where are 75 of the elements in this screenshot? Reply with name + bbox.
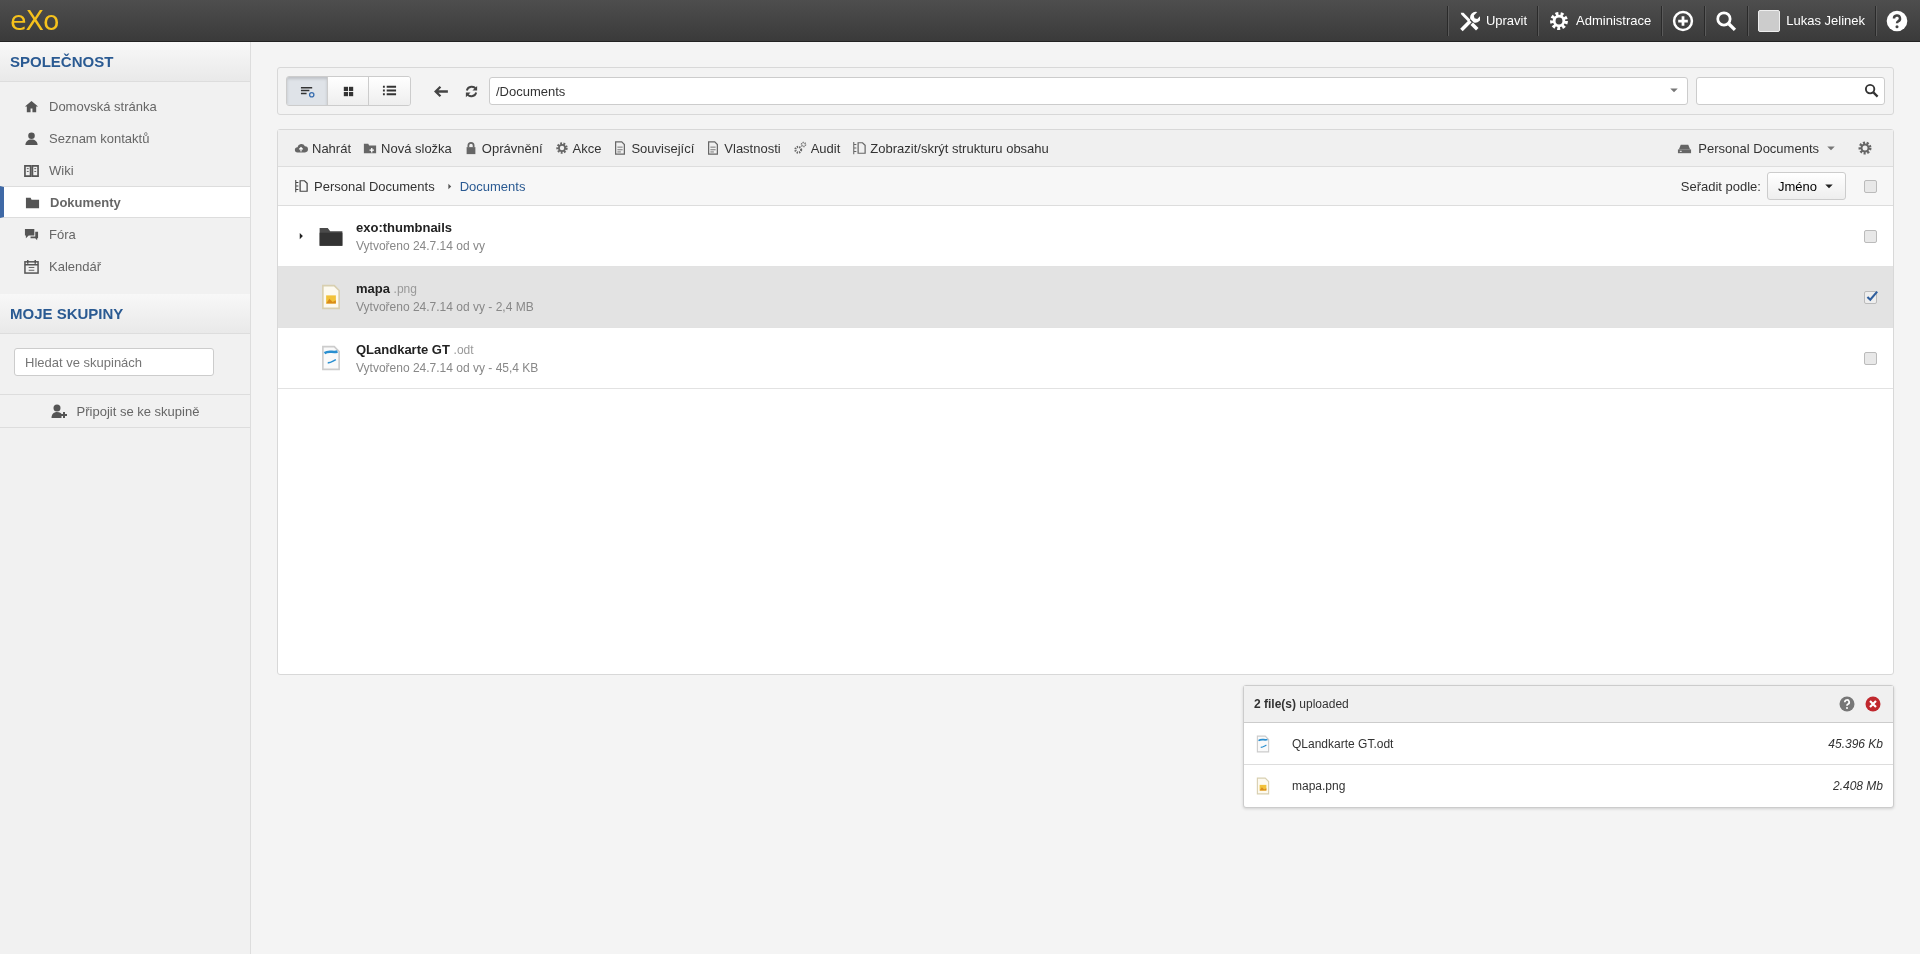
select-all-checkbox[interactable] bbox=[1864, 179, 1877, 193]
action-button[interactable]: Nová složka bbox=[363, 140, 458, 156]
sidebar-item[interactable]: Kalendář bbox=[0, 250, 250, 282]
image-file-icon bbox=[1254, 777, 1272, 795]
upload-status: 2 file(s) uploaded bbox=[1254, 697, 1349, 711]
file-name: mapa.png bbox=[1292, 779, 1346, 793]
file-name: mapa .png bbox=[356, 280, 418, 296]
row-checkbox[interactable] bbox=[1864, 290, 1877, 304]
file-meta: Vytvořeno 24.7.14 od vy bbox=[356, 238, 485, 253]
sidebar-item[interactable]: Seznam kontaktů bbox=[0, 122, 250, 154]
tree-icon bbox=[294, 179, 308, 193]
section-heading: SPOLEČNOST bbox=[0, 42, 250, 82]
logo[interactable]: eXo bbox=[10, 5, 59, 36]
settings-icon bbox=[1857, 140, 1873, 156]
file-name: exo:thumbnails bbox=[356, 219, 454, 235]
action-button[interactable]: Akce bbox=[554, 140, 608, 156]
refresh-icon bbox=[464, 83, 479, 99]
file-meta: Vytvořeno 24.7.14 od vy - 2,4 MB bbox=[356, 299, 534, 314]
add-icon bbox=[1672, 9, 1695, 32]
user-icon bbox=[24, 130, 39, 146]
document-icon bbox=[613, 141, 628, 155]
user-menu[interactable]: Lukas Jelinek bbox=[1747, 5, 1875, 36]
address-field[interactable]: /Documents bbox=[489, 77, 1688, 105]
tree-icon bbox=[852, 141, 867, 155]
book-icon bbox=[24, 162, 39, 178]
calendar-icon bbox=[24, 258, 39, 274]
file-size: 2.408 Mb bbox=[1832, 779, 1883, 793]
check-icon bbox=[1865, 289, 1878, 303]
section-heading: MOJE SKUPINY bbox=[0, 294, 250, 334]
file-name: QLandkarte GT.odt bbox=[1292, 736, 1394, 751]
row-checkbox[interactable] bbox=[1864, 351, 1877, 365]
breadcrumb-link[interactable]: Personal Documents bbox=[314, 178, 435, 194]
search-field[interactable]: Hledat ve skupinách bbox=[14, 348, 214, 376]
document-file-icon bbox=[1254, 734, 1272, 753]
file-size: 45.396 Kb bbox=[1828, 736, 1883, 751]
view-button[interactable] bbox=[287, 77, 328, 105]
home-icon bbox=[24, 98, 39, 114]
help-icon bbox=[1886, 9, 1908, 32]
action-button[interactable]: Audit bbox=[792, 140, 847, 156]
search-icon bbox=[1864, 83, 1879, 98]
search-field[interactable] bbox=[1696, 77, 1885, 105]
chat-icon bbox=[24, 226, 39, 242]
action-button[interactable]: Vlastnosti bbox=[706, 140, 787, 156]
close-icon bbox=[1865, 696, 1881, 712]
breadcrumb-link[interactable]: Documents bbox=[459, 178, 526, 194]
action-button[interactable]: Oprávnění bbox=[463, 140, 549, 156]
action-button[interactable]: Související bbox=[613, 140, 701, 156]
sidebar-item[interactable]: Wiki bbox=[0, 154, 250, 186]
cloud-upload-icon bbox=[294, 141, 308, 155]
settings-icon bbox=[1548, 9, 1571, 32]
action-button[interactable]: Zobrazit/skrýt strukturu obsahu bbox=[852, 140, 1055, 156]
sidebar-item[interactable]: Domovská stránka bbox=[0, 90, 250, 122]
gear-icon bbox=[554, 141, 569, 155]
close-button[interactable] bbox=[1863, 696, 1883, 712]
drive-selector[interactable]: Personal Documents bbox=[1677, 140, 1843, 156]
toolbar-button[interactable]: Administrace bbox=[1537, 5, 1662, 36]
sort-label: Seřadit podle: bbox=[1680, 178, 1761, 194]
document-icon bbox=[706, 141, 721, 155]
add-user-icon bbox=[50, 403, 67, 419]
search-icon bbox=[1715, 9, 1738, 32]
row-checkbox[interactable] bbox=[1864, 229, 1877, 243]
file-row[interactable]: mapa .png Vytvořeno 24.7.14 od vy - 2,4 MB bbox=[278, 267, 1893, 328]
toolbar-button[interactable]: Upravit bbox=[1446, 5, 1538, 36]
file-meta: Vytvořeno 24.7.14 od vy - 45,4 KB bbox=[356, 360, 539, 375]
sort-dropdown[interactable]: Jméno bbox=[1766, 172, 1846, 200]
wrench-icon bbox=[1457, 9, 1480, 32]
file-name: QLandkarte GT .odt bbox=[356, 341, 475, 357]
help-icon bbox=[1839, 696, 1855, 712]
avatar-icon bbox=[1758, 9, 1781, 32]
sidebar-item[interactable]: Fóra bbox=[0, 218, 250, 250]
view-button[interactable] bbox=[369, 77, 410, 105]
new-folder-icon bbox=[363, 141, 378, 155]
sidebar-item[interactable]: Dokumenty bbox=[0, 186, 250, 218]
view-button[interactable] bbox=[328, 77, 369, 105]
action-button[interactable]: Nahrát bbox=[294, 140, 358, 156]
